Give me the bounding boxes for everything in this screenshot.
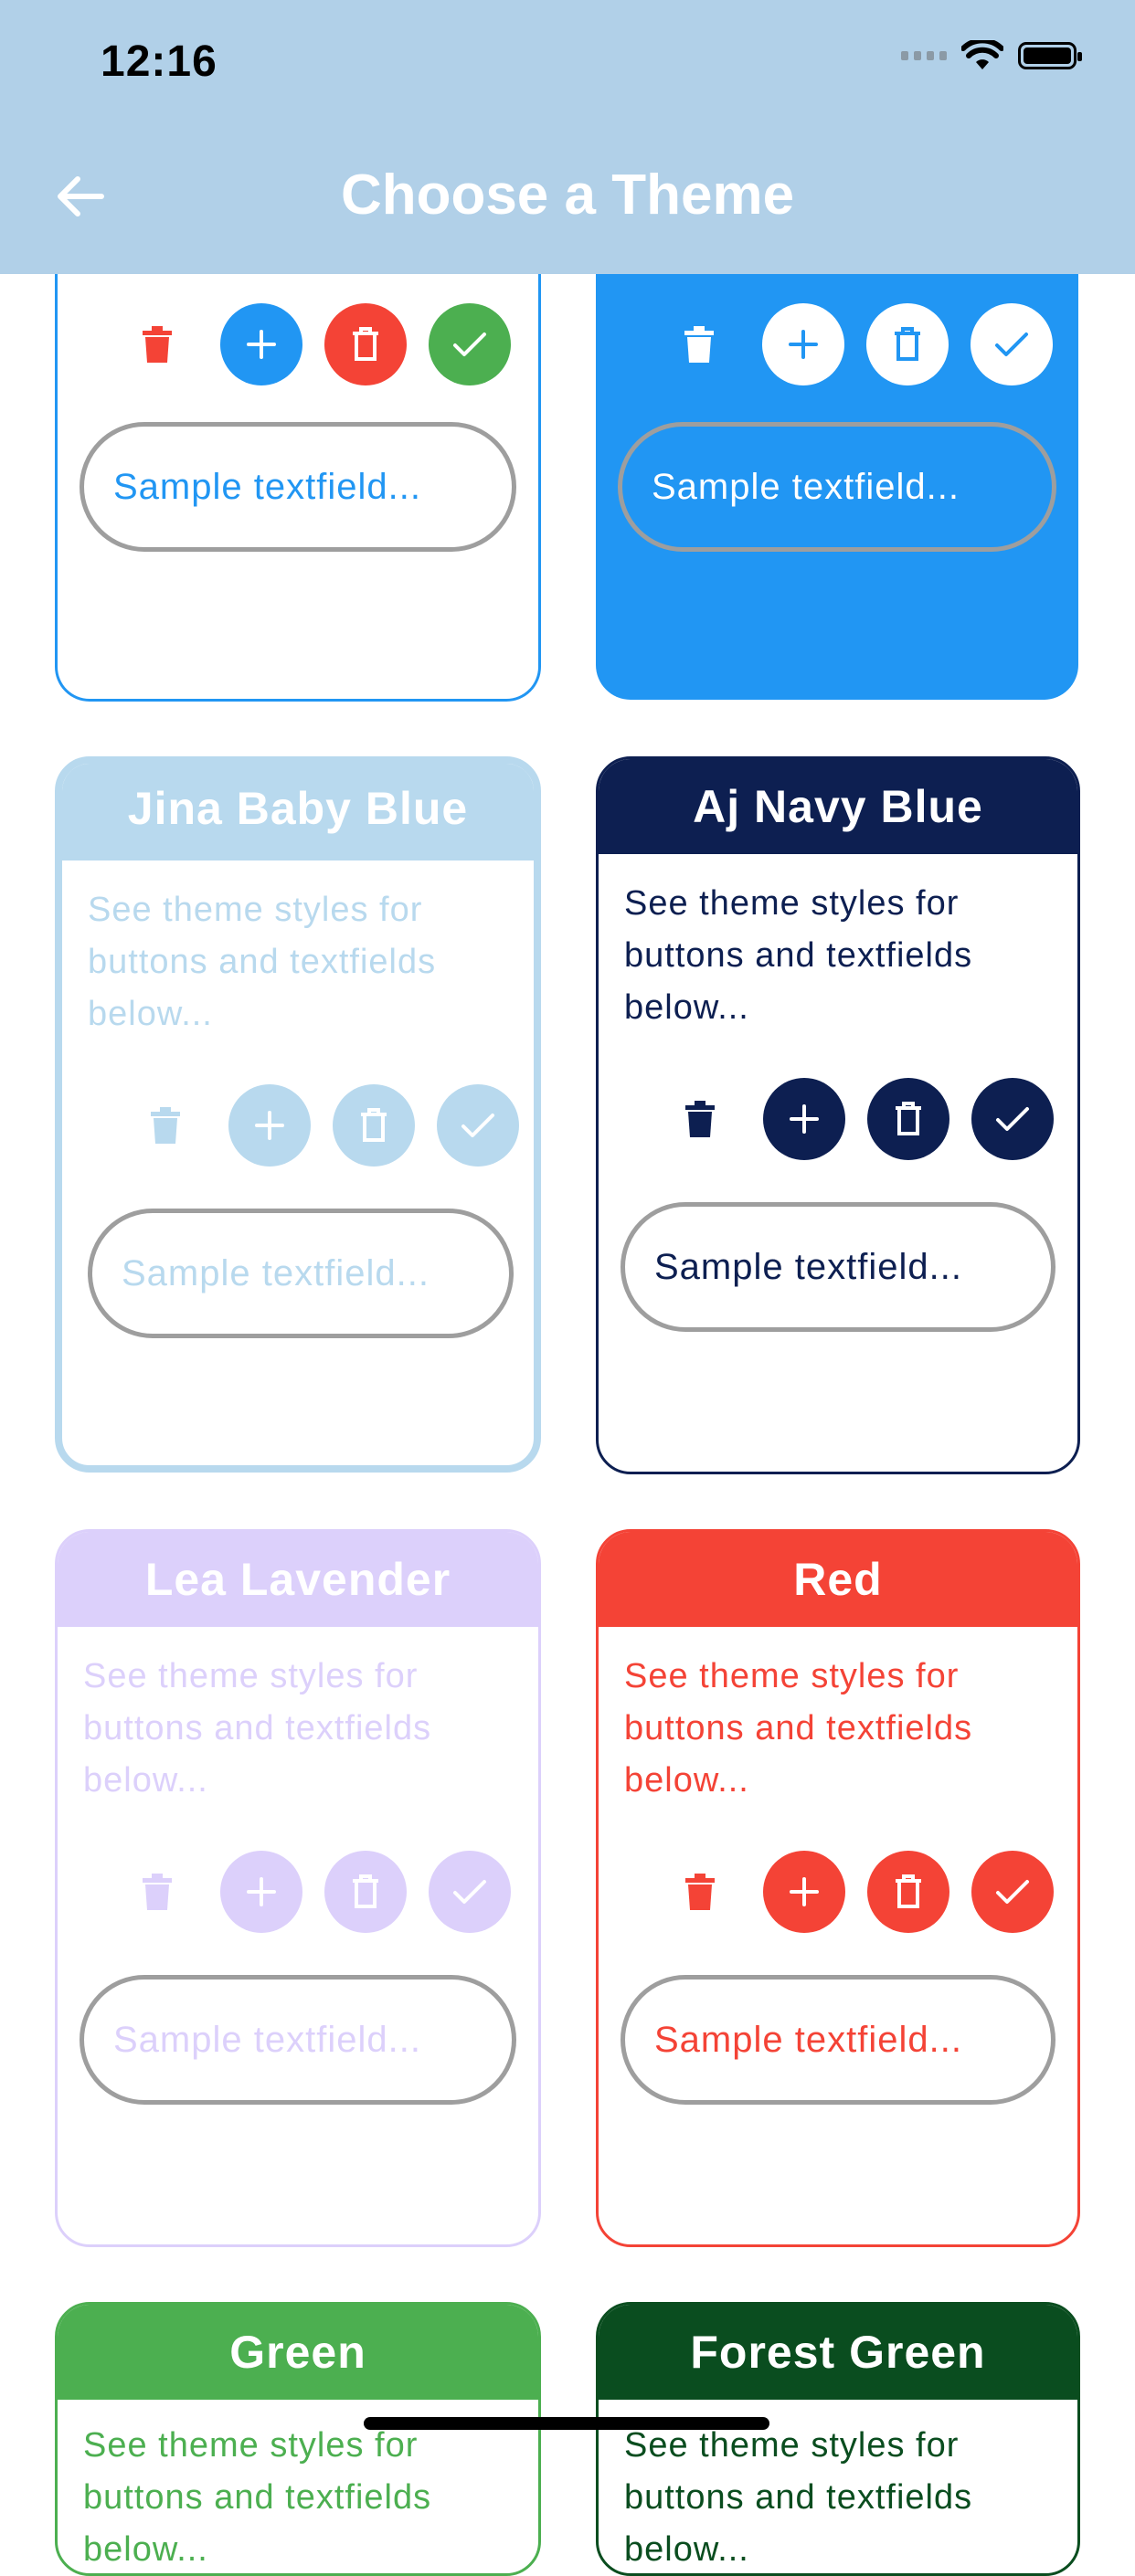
trash-button[interactable]	[867, 1851, 949, 1933]
confirm-button[interactable]	[429, 303, 511, 385]
sample-textfield[interactable]: Sample textfield...	[80, 1975, 516, 2105]
trash-can-icon	[361, 1108, 387, 1142]
delete-icon	[143, 1874, 172, 1910]
status-time: 12:16	[101, 37, 217, 86]
card-title: Aj Navy Blue	[599, 759, 1077, 854]
check-icon	[461, 1114, 494, 1137]
trash-button[interactable]	[324, 303, 407, 385]
check-icon	[453, 1880, 486, 1904]
confirm-button[interactable]	[429, 1851, 511, 1933]
confirm-button[interactable]	[971, 1078, 1054, 1160]
theme-card-aj-navy-blue[interactable]: Aj Navy Blue See theme styles for button…	[596, 756, 1080, 1474]
delete-button[interactable]	[658, 303, 740, 385]
plus-icon	[790, 1877, 819, 1906]
trash-button[interactable]	[866, 303, 949, 385]
add-button[interactable]	[220, 303, 302, 385]
wifi-icon	[961, 40, 1003, 69]
check-icon	[453, 333, 486, 356]
delete-button[interactable]	[659, 1851, 741, 1933]
plus-icon	[790, 1104, 819, 1134]
delete-icon	[143, 326, 172, 363]
theme-card-green[interactable]: Green See theme styles for buttons and t…	[55, 2302, 541, 2576]
home-indicator[interactable]	[364, 2417, 769, 2430]
delete-button[interactable]	[659, 1078, 741, 1160]
check-icon	[996, 1107, 1029, 1131]
card-title: Forest Green	[599, 2305, 1077, 2400]
sample-textfield[interactable]: Sample textfield...	[621, 1202, 1055, 1332]
sample-textfield[interactable]: Sample textfield...	[88, 1209, 514, 1338]
add-button[interactable]	[228, 1084, 311, 1167]
delete-button[interactable]	[124, 1084, 207, 1167]
card-title: Lea Lavender	[58, 1532, 538, 1627]
sample-textfield[interactable]: Sample textfield...	[618, 422, 1056, 552]
card-description: See theme styles for buttons and textfie…	[624, 2426, 973, 2569]
trash-can-icon	[895, 327, 920, 361]
card-title: Jina Baby Blue	[62, 764, 534, 860]
card-description: See theme styles for buttons and textfie…	[624, 1657, 973, 1800]
card-description: See theme styles for buttons and textfie…	[83, 2426, 432, 2569]
add-button[interactable]	[762, 303, 844, 385]
card-title: Red	[599, 1532, 1077, 1627]
add-button[interactable]	[763, 1851, 845, 1933]
theme-card-jina-baby-blue[interactable]: Jina Baby Blue See theme styles for butt…	[55, 756, 541, 1473]
app-bar: 12:16 Choose a Theme	[0, 0, 1135, 274]
check-icon	[995, 333, 1028, 356]
add-button[interactable]	[763, 1078, 845, 1160]
trash-button[interactable]	[867, 1078, 949, 1160]
card-description: See theme styles for buttons and textfie…	[88, 891, 437, 1033]
sample-textfield[interactable]: Sample textfield...	[621, 1975, 1055, 2105]
page-title: Choose a Theme	[340, 164, 795, 227]
plus-icon	[789, 330, 818, 359]
trash-can-icon	[896, 1102, 921, 1135]
confirm-button[interactable]	[971, 1851, 1054, 1933]
plus-icon	[255, 1111, 284, 1140]
delete-button[interactable]	[116, 303, 198, 385]
trash-can-icon	[353, 1874, 378, 1908]
theme-card-forest-green[interactable]: Forest Green See theme styles for button…	[596, 2302, 1080, 2576]
card-title: Green	[58, 2305, 538, 2400]
cellular-signal-icon	[901, 51, 947, 60]
trash-button[interactable]	[333, 1084, 415, 1167]
delete-button[interactable]	[116, 1851, 198, 1933]
delete-icon	[151, 1107, 180, 1144]
trash-can-icon	[353, 327, 378, 361]
battery-icon	[1018, 42, 1082, 69]
trash-can-icon	[896, 1874, 921, 1908]
confirm-button[interactable]	[437, 1084, 519, 1167]
delete-icon	[685, 1101, 715, 1137]
theme-card-red[interactable]: Red See theme styles for buttons and tex…	[596, 1529, 1080, 2247]
confirm-button[interactable]	[971, 303, 1053, 385]
plus-icon	[247, 330, 276, 359]
plus-icon	[247, 1877, 276, 1906]
check-icon	[996, 1880, 1029, 1904]
add-button[interactable]	[220, 1851, 302, 1933]
theme-card-lea-lavender[interactable]: Lea Lavender See theme styles for button…	[55, 1529, 541, 2247]
card-description: See theme styles for buttons and textfie…	[624, 884, 973, 1027]
delete-icon	[684, 326, 714, 363]
delete-icon	[685, 1874, 715, 1910]
card-description: See theme styles for buttons and textfie…	[83, 1657, 432, 1800]
status-icons	[901, 40, 1082, 71]
sample-textfield[interactable]: Sample textfield...	[80, 422, 516, 552]
trash-button[interactable]	[324, 1851, 407, 1933]
